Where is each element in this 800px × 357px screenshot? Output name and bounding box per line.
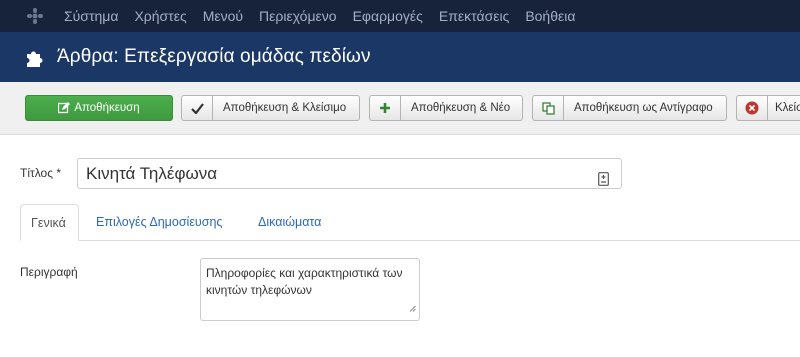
menu-components[interactable]: Εφαρμογές bbox=[345, 0, 431, 32]
plus-icon bbox=[370, 96, 401, 120]
page-header: Άρθρα: Επεξεργασία ομάδας πεδίων bbox=[0, 32, 800, 82]
description-textarea[interactable]: Πληροφορίες και χαρακτηριστικά των κινητ… bbox=[200, 258, 420, 321]
save-button-label: Αποθήκευση bbox=[74, 102, 140, 114]
save-button[interactable]: Αποθήκευση bbox=[25, 95, 173, 121]
save-close-button-label: Αποθήκευση & Κλείσιμο bbox=[223, 102, 347, 114]
toolbar: Αποθήκευση Αποθήκευση & Κλείσιμο Αποθήκε… bbox=[0, 82, 800, 135]
menu-extensions[interactable]: Επεκτάσεις bbox=[431, 0, 517, 32]
close-button-label: Κλείσιμο bbox=[775, 102, 800, 114]
close-circle-icon bbox=[737, 96, 768, 120]
tab-publishing[interactable]: Επιλογές Δημοσίευσης bbox=[86, 204, 232, 240]
description-label: Περιγραφή bbox=[20, 265, 78, 279]
title-input[interactable]: Κινητά Τηλέφωνα bbox=[77, 158, 622, 189]
tab-bar: Γενικά Επιλογές Δημοσίευσης Δικαιώματα bbox=[20, 204, 800, 241]
tab-general[interactable]: Γενικά bbox=[20, 204, 79, 241]
resize-handle-icon[interactable] bbox=[409, 300, 416, 317]
save-as-copy-button-label: Αποθήκευση ως Αντίγραφο bbox=[574, 102, 713, 114]
menu-system[interactable]: Σύστημα bbox=[56, 0, 126, 32]
save-close-button[interactable]: Αποθήκευση & Κλείσιμο bbox=[181, 95, 360, 121]
menu-help[interactable]: Βοήθεια bbox=[517, 0, 583, 32]
save-new-button-label: Αποθήκευση & Νέο bbox=[411, 102, 511, 114]
checkmark-icon bbox=[182, 96, 213, 120]
title-input-value: Κινητά Τηλέφωνα bbox=[86, 164, 218, 183]
page-title: Άρθρα: Επεξεργασία ομάδας πεδίων bbox=[57, 46, 371, 67]
description-value: Πληροφορίες και χαρακτηριστικά των κινητ… bbox=[206, 266, 403, 297]
alias-icon bbox=[598, 166, 609, 195]
tab-permissions[interactable]: Δικαιώματα bbox=[248, 204, 331, 240]
puzzle-icon bbox=[24, 46, 46, 68]
menu-users[interactable]: Χρήστες bbox=[126, 0, 194, 32]
top-menubar: Σύστημα Χρήστες Μενού Περιεχόμενο Εφαρμο… bbox=[0, 0, 800, 32]
joomla-logo-icon[interactable] bbox=[22, 3, 48, 29]
menu-content[interactable]: Περιεχόμενο bbox=[251, 0, 345, 32]
copy-icon bbox=[533, 96, 564, 120]
save-new-button[interactable]: Αποθήκευση & Νέο bbox=[369, 95, 523, 121]
title-label: Τίτλος * bbox=[20, 166, 62, 180]
edit-icon bbox=[58, 102, 71, 114]
close-button[interactable]: Κλείσιμο bbox=[736, 95, 800, 121]
save-as-copy-button[interactable]: Αποθήκευση ως Αντίγραφο bbox=[532, 95, 727, 121]
menu-menus[interactable]: Μενού bbox=[195, 0, 251, 32]
